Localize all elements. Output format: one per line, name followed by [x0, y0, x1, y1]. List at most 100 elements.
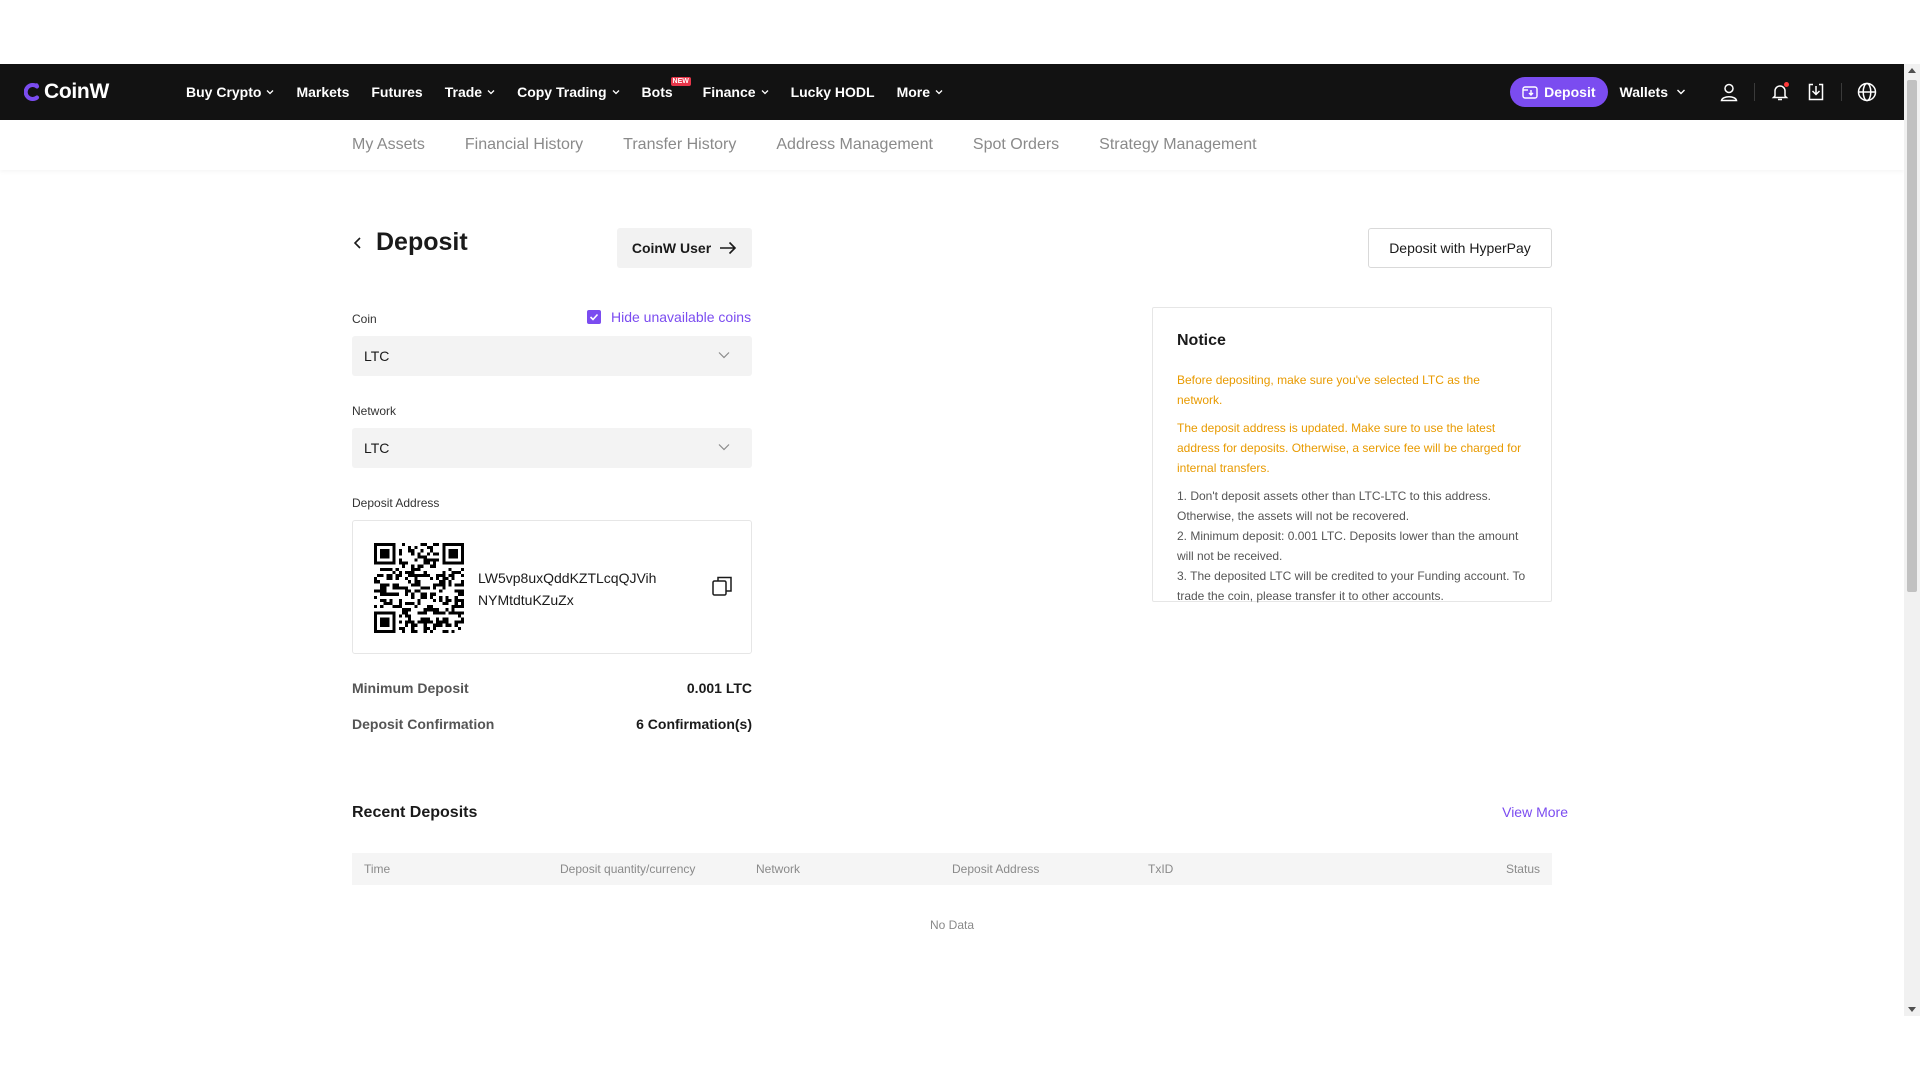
subnav-my-assets[interactable]: My Assets	[352, 136, 425, 154]
network-value: LTC	[364, 440, 390, 456]
nav-label: More	[896, 84, 931, 100]
globe-icon[interactable]	[1856, 81, 1878, 103]
notice-title: Notice	[1177, 332, 1226, 349]
nav-label: Bots	[641, 84, 673, 100]
coinw-user-button[interactable]: CoinW User	[617, 228, 752, 268]
divider	[1754, 83, 1755, 101]
notice-item: 3. The deposited LTC will be credited to…	[1177, 569, 1526, 603]
min-deposit-label: Minimum Deposit	[352, 680, 469, 696]
assets-subnav: My Assets Financial History Transfer His…	[0, 120, 1904, 170]
coin-value: LTC	[364, 348, 390, 364]
column-header: Time	[364, 862, 391, 876]
qr-code	[374, 543, 464, 633]
main-nav: Buy Crypto Markets Futures Trade Copy Tr…	[186, 64, 965, 120]
nav-more[interactable]: More	[897, 84, 943, 100]
nav-label: Copy Trading	[517, 84, 607, 100]
nav-buy-crypto[interactable]: Buy Crypto	[186, 84, 274, 100]
chevron-down-icon	[935, 90, 943, 95]
deposit-address-box: LW5vp8uxQddKZTLcqQJVihNYMtdtuKZuZx	[352, 520, 752, 654]
hide-unavailable-toggle[interactable]: Hide unavailable coins	[587, 309, 751, 325]
nav-markets[interactable]: Markets	[296, 84, 349, 100]
column-header: Network	[756, 862, 801, 876]
deposit-address-label: Deposit Address	[352, 496, 440, 510]
page-scrollbar[interactable]	[1904, 64, 1920, 1016]
hyperpay-deposit-button[interactable]: Deposit with HyperPay	[1368, 228, 1552, 268]
confirmation-label: Deposit Confirmation	[352, 716, 495, 732]
nav-label: Lucky HODL	[790, 84, 875, 100]
copy-icon[interactable]	[711, 575, 733, 597]
deposit-address-value: LW5vp8uxQddKZTLcqQJVihNYMtdtuKZuZx	[478, 570, 657, 608]
deposit-confirmation-row: Deposit Confirmation 6 Confirmation(s)	[352, 716, 752, 732]
column-header: Deposit Address	[952, 862, 1040, 876]
table-header: Time Deposit quantity/currency Network D…	[352, 853, 1552, 885]
hide-unavailable-label: Hide unavailable coins	[611, 309, 752, 325]
user-icon[interactable]	[1718, 81, 1740, 103]
coin-select[interactable]: LTC	[352, 336, 752, 376]
subnav-transfer-history[interactable]: Transfer History	[623, 136, 736, 154]
chevron-down-icon	[718, 444, 730, 451]
logo-text: CoinW	[44, 80, 109, 103]
hyperpay-label: Deposit with HyperPay	[1389, 240, 1531, 256]
notice-item: 1. Don't deposit assets other than LTC-L…	[1177, 489, 1491, 523]
checkbox-checked[interactable]	[587, 310, 601, 324]
nav-label: Buy Crypto	[186, 84, 262, 100]
chevron-down-icon	[1677, 89, 1685, 95]
scroll-up-arrow-icon[interactable]	[1908, 68, 1916, 73]
notice-item: 2. Minimum deposit: 0.001 LTC. Deposits …	[1177, 529, 1519, 563]
header-deposit-button[interactable]: Deposit	[1510, 77, 1608, 107]
chevron-down-icon	[718, 352, 730, 359]
deposit-icon	[1522, 86, 1538, 99]
nav-bots[interactable]: Bots NEW	[641, 77, 691, 100]
notice-warning: The deposit address is updated. Make sur…	[1177, 421, 1522, 475]
nav-lucky-hodl[interactable]: Lucky HODL	[791, 84, 875, 100]
subnav-financial-history[interactable]: Financial History	[465, 136, 583, 154]
column-header: TxID	[1148, 862, 1174, 876]
column-header: Deposit quantity/currency	[560, 862, 696, 876]
scroll-down-arrow-icon[interactable]	[1908, 1007, 1916, 1012]
nav-label: Futures	[371, 84, 423, 100]
header-actions: Deposit Wallets	[1510, 64, 1904, 120]
empty-state: No Data	[929, 918, 975, 932]
nav-futures[interactable]: Futures	[371, 84, 422, 100]
notice-warning: Before depositing, make sure you've sele…	[1177, 373, 1480, 407]
coin-label: Coin	[352, 312, 377, 326]
download-icon[interactable]	[1805, 81, 1827, 103]
nav-label: Trade	[444, 84, 483, 100]
min-deposit-value: 0.001 LTC	[686, 680, 752, 696]
nav-copy-trading[interactable]: Copy Trading	[517, 84, 619, 100]
network-select[interactable]: LTC	[352, 428, 752, 468]
subnav-strategy-management[interactable]: Strategy Management	[1099, 136, 1256, 154]
page-header: Deposit	[352, 228, 468, 257]
check-icon	[589, 313, 599, 321]
chevron-down-icon	[761, 90, 769, 95]
chevron-down-icon	[612, 90, 619, 95]
min-deposit-row: Minimum Deposit 0.001 LTC	[352, 680, 752, 696]
top-navbar: CoinW Buy Crypto Markets Futures Trade C…	[0, 64, 1904, 120]
wallets-menu[interactable]: Wallets	[1620, 84, 1687, 100]
bell-icon[interactable]	[1769, 81, 1791, 103]
chevron-down-icon	[487, 90, 495, 95]
browser-blank-area	[0, 0, 1904, 64]
arrow-right-icon	[720, 241, 737, 255]
notice-panel: Notice Before depositing, make sure you'…	[1152, 307, 1552, 603]
new-badge: NEW	[670, 77, 691, 86]
network-label: Network	[352, 404, 397, 418]
notification-dot	[1784, 82, 1789, 87]
subnav-address-management[interactable]: Address Management	[776, 136, 933, 154]
divider	[1841, 83, 1842, 101]
nav-trade[interactable]: Trade	[445, 84, 495, 100]
wallets-label: Wallets	[1619, 84, 1669, 100]
subnav-spot-orders[interactable]: Spot Orders	[973, 136, 1059, 154]
scrollbar-thumb[interactable]	[1907, 80, 1917, 592]
nav-finance[interactable]: Finance	[703, 84, 769, 100]
deposit-label: Deposit	[1544, 84, 1596, 100]
logo[interactable]: CoinW	[24, 80, 162, 104]
view-more-link[interactable]: View More	[1502, 804, 1568, 820]
back-arrow-icon[interactable]	[352, 233, 364, 253]
coinw-user-label: CoinW User	[631, 240, 712, 256]
nav-label: Finance	[702, 84, 756, 100]
recent-deposits-title: Recent Deposits	[352, 804, 478, 821]
nav-label: Markets	[296, 84, 350, 100]
column-header: Status	[1505, 862, 1540, 876]
chevron-down-icon	[266, 90, 274, 95]
